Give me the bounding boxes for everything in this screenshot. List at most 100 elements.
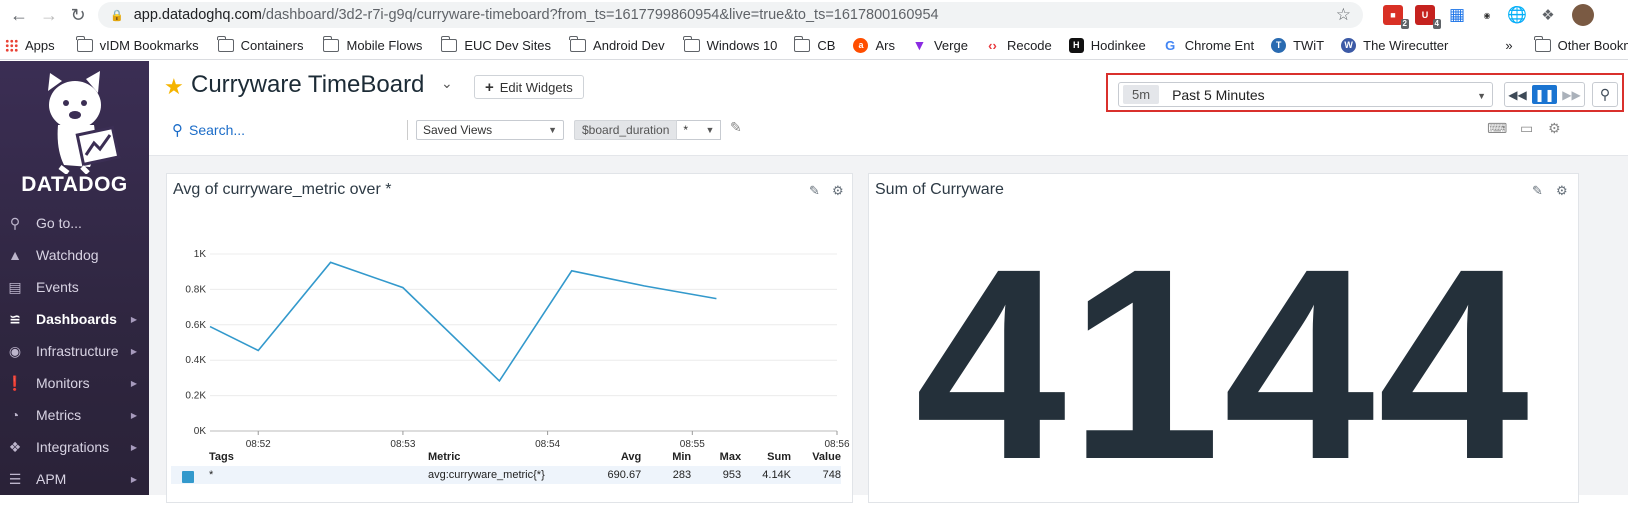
main-sidebar: DATADOG ⚲ Go to... ▲ Watchdog ▤ Events ≌…: [0, 61, 149, 495]
sidebar-item-integrations[interactable]: ❖ Integrations ▶: [0, 431, 149, 463]
back-arrow-icon[interactable]: ←: [6, 2, 32, 28]
chevron-right-icon: ▶: [131, 315, 137, 324]
legend-row[interactable]: * avg:curryware_metric{*} 690.67 283 953…: [171, 466, 841, 484]
saved-views-select[interactable]: Saved Views ▼: [416, 120, 564, 140]
forward-arrow-icon[interactable]: →: [36, 2, 62, 28]
y-tick-label: 0K: [194, 426, 207, 437]
bookmarks-overflow-button[interactable]: »: [1505, 38, 1512, 53]
edit-template-variables-icon[interactable]: ✎: [730, 119, 742, 136]
bookmark-twit[interactable]: TTWiT: [1271, 38, 1324, 53]
template-variable-select[interactable]: * ▼: [677, 120, 721, 140]
rewind-icon[interactable]: ◀◀: [1505, 83, 1530, 106]
legend-cell-sum: 4.14K: [741, 469, 791, 481]
ars-favicon: a: [853, 38, 868, 53]
time-range-select[interactable]: 5m Past 5 Minutes ▼: [1118, 82, 1493, 107]
bookmark-folder-windows-10[interactable]: Windows 10: [684, 38, 778, 53]
sidebar-item-label: Watchdog: [36, 247, 99, 263]
bookmark-star-icon[interactable]: ☆: [1336, 5, 1351, 25]
reload-icon[interactable]: ↻: [65, 2, 91, 28]
bookmark-chrome-ent[interactable]: GChrome Ent: [1163, 38, 1254, 53]
sidebar-item-metrics[interactable]: ◔ Metrics ▶: [0, 399, 149, 431]
bookmark-label: The Wirecutter: [1363, 38, 1448, 53]
extension-1-icon[interactable]: ■2: [1383, 5, 1403, 25]
edit-pencil-icon[interactable]: ✎: [1532, 183, 1543, 199]
fast-forward-icon[interactable]: ▶▶: [1559, 83, 1584, 106]
y-tick-label: 0.4K: [185, 355, 206, 366]
bookmark-hodinkee[interactable]: HHodinkee: [1069, 38, 1146, 53]
caret-down-icon: ▼: [548, 125, 557, 135]
bookmark-label: Recode: [1007, 38, 1052, 53]
keyboard-icon[interactable]: ⌨: [1487, 120, 1507, 137]
sidebar-item-dashboards[interactable]: ≌ Dashboards ▶: [0, 303, 149, 335]
sidebar-item-events[interactable]: ▤ Events: [0, 271, 149, 303]
saved-views-label: Saved Views: [423, 123, 492, 137]
extension-4-icon[interactable]: ◉: [1477, 5, 1497, 25]
bookmark-label: Chrome Ent: [1185, 38, 1254, 53]
time-range-chip: 5m: [1123, 85, 1159, 104]
grid-extension-icon[interactable]: ▦: [1447, 5, 1467, 25]
bookmark-apps[interactable]: Apps: [5, 38, 55, 53]
datadog-logo-text: DATADOG: [0, 173, 149, 197]
sidebar-item-apm[interactable]: ☰ APM ▶: [0, 463, 149, 495]
bookmark-folder-cb[interactable]: CB: [794, 38, 835, 53]
bookmark-folder-vidm[interactable]: vIDM Bookmarks: [77, 38, 199, 53]
chevron-right-icon: ▶: [131, 379, 137, 388]
bookmark-folder-euc-dev-sites[interactable]: EUC Dev Sites: [441, 38, 551, 53]
edit-pencil-icon[interactable]: ✎: [809, 183, 820, 199]
profile-avatar[interactable]: [1572, 4, 1594, 26]
search-button[interactable]: ⚲ Search...: [172, 121, 245, 139]
gear-icon[interactable]: ⚙: [1556, 183, 1568, 199]
chevron-right-icon: ▶: [131, 347, 137, 356]
legend-header-value: Value: [791, 451, 841, 463]
extension-2-icon[interactable]: U4: [1415, 5, 1435, 25]
sidebar-item-label: Integrations: [36, 439, 109, 455]
bookmark-folder-containers[interactable]: Containers: [218, 38, 304, 53]
query-value-widget: Sum of Curryware ✎ ⚙ 4144: [868, 173, 1579, 503]
favorite-star-icon[interactable]: ★: [164, 74, 184, 100]
edit-widgets-button[interactable]: + Edit Widgets: [474, 75, 584, 99]
sidebar-item-watchdog[interactable]: ▲ Watchdog: [0, 239, 149, 271]
bookmark-label: EUC Dev Sites: [464, 38, 551, 53]
folder-icon: [794, 39, 810, 52]
bookmark-recode[interactable]: ‹› Recode: [985, 38, 1052, 53]
bookmark-label: Android Dev: [593, 38, 665, 53]
chevron-right-icon: ▶: [131, 411, 137, 420]
template-variable-name: $board_duration: [574, 120, 677, 140]
bookmark-label: Apps: [25, 38, 55, 53]
legend-tags-value: *: [209, 469, 213, 481]
sidebar-item-label: Metrics: [36, 407, 81, 423]
sidebar-item-monitors[interactable]: ❗ Monitors ▶: [0, 367, 149, 399]
gear-icon[interactable]: ⚙: [832, 183, 844, 199]
legend-cell-tags: *: [171, 469, 428, 481]
recode-favicon: ‹›: [985, 38, 1000, 53]
globe-extension-icon[interactable]: 🌐: [1507, 5, 1527, 25]
edit-widgets-label: Edit Widgets: [500, 80, 573, 95]
extensions-puzzle-icon[interactable]: ❖: [1538, 5, 1558, 25]
gear-icon[interactable]: ⚙: [1548, 120, 1561, 137]
timeseries-chart[interactable]: 0K0.2K0.4K0.6K0.8K1K08:5208:5308:5408:55…: [167, 214, 852, 454]
tv-mode-icon[interactable]: ▭: [1520, 120, 1533, 137]
pause-icon[interactable]: ❚❚: [1532, 85, 1557, 104]
sidebar-item-label: Dashboards: [36, 311, 117, 327]
bookmark-folder-android-dev[interactable]: Android Dev: [570, 38, 665, 53]
template-variable[interactable]: $board_duration * ▼: [574, 120, 721, 140]
legend-header-tags: Tags: [171, 451, 428, 463]
bookmark-ars[interactable]: aArs: [853, 38, 895, 53]
bookmark-verge[interactable]: ▼Verge: [912, 38, 968, 53]
chevron-down-icon[interactable]: ⌄: [441, 75, 453, 92]
address-bar[interactable]: 🔒 app.datadoghq.com/dashboard/3d2-r7i-g9…: [98, 2, 1363, 28]
widget-title: Avg of curryware_metric over *: [173, 181, 391, 199]
sidebar-item-goto[interactable]: ⚲ Go to...: [0, 207, 149, 239]
folder-icon: [684, 39, 700, 52]
bookmark-other-bookmarks[interactable]: Other Bookmarks: [1535, 38, 1628, 53]
search-label: Search...: [189, 122, 245, 138]
bookmark-wirecutter[interactable]: WThe Wirecutter: [1341, 38, 1448, 53]
y-tick-label: 0.6K: [185, 320, 206, 331]
zoom-out-icon[interactable]: ⚲: [1592, 82, 1618, 107]
bookmark-folder-mobile-flows[interactable]: Mobile Flows: [323, 38, 422, 53]
hodinkee-favicon: H: [1069, 38, 1084, 53]
sidebar-item-label: Monitors: [36, 375, 90, 391]
sidebar-item-infrastructure[interactable]: ◉ Infrastructure ▶: [0, 335, 149, 367]
legend-cell-value: 748: [791, 469, 841, 481]
datadog-logo[interactable]: [0, 69, 149, 179]
